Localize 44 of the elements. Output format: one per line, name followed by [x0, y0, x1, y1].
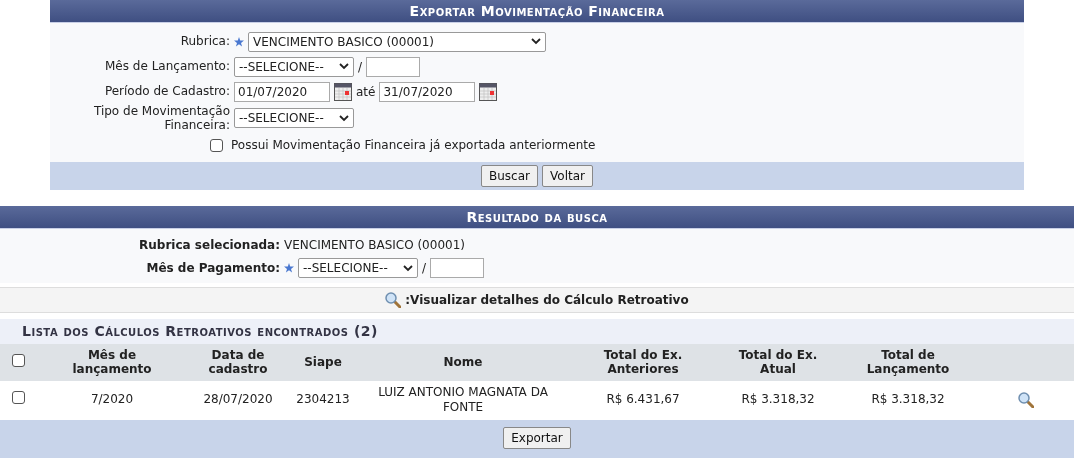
export-button[interactable]: Exportar [503, 426, 571, 449]
column-header: Siape [288, 343, 358, 381]
row-checkbox[interactable] [11, 391, 25, 405]
separator-text: / [422, 260, 427, 278]
list-title: Lista dos Cálculos Retroativos encontrados (2) [0, 318, 1074, 344]
section-title: Resultado da busca [0, 205, 1074, 229]
field-label: Mês de Pagamento: [145, 260, 280, 278]
column-header: Total de Lançamento [838, 343, 978, 381]
year-field[interactable] [430, 258, 485, 279]
form-button[interactable]: Voltar [542, 164, 593, 187]
field-label: Rubrica: [179, 34, 230, 49]
date-field[interactable]: 31/07/2020 [379, 81, 476, 102]
caret-icon [403, 264, 413, 272]
range-text: até [356, 83, 376, 101]
field-label: Rubrica selecionada: [138, 236, 280, 254]
form-button[interactable]: Buscar [481, 164, 538, 187]
section-title: Exportar Movimentação Financeira [50, 0, 1024, 23]
legend-text: :Visualizar detalhes do Cálculo Retroativo [405, 291, 689, 309]
dropdown[interactable]: --SELECIONE-- [234, 108, 354, 129]
calendar-icon[interactable] [479, 82, 498, 101]
caret-icon [339, 63, 349, 70]
magnifier-icon [385, 291, 402, 308]
select-all-checkbox[interactable] [11, 353, 25, 367]
separator-text: / [358, 58, 363, 76]
field-label: Tipo de Movimentação Financeira: [92, 104, 230, 133]
field-label: Período de Cadastro: [103, 84, 230, 99]
field-label: Mês de Lançamento: [104, 59, 230, 74]
column-header: Mês de lançamento [36, 343, 188, 381]
dropdown[interactable]: VENCIMENTO BASICO (00001) [248, 31, 546, 52]
calendar-icon[interactable] [334, 82, 352, 101]
field-value: VENCIMENTO BASICO (00001) [284, 236, 465, 254]
month-dropdown[interactable]: --SELECIONE-- [298, 258, 418, 279]
column-header: Total do Ex. Atual [718, 343, 838, 381]
year-field[interactable] [366, 56, 421, 77]
caret-icon [531, 38, 541, 45]
magnifier-icon[interactable] [1018, 392, 1034, 409]
column-header: Total do Ex. Anteriores [568, 343, 718, 381]
month-dropdown[interactable]: --SELECIONE-- [234, 56, 354, 77]
caret-icon [339, 114, 349, 122]
checkbox-label: Possui Movimentação Financeira já exportada anteriormente [231, 137, 596, 155]
column-header: Nome [358, 343, 568, 381]
checkbox[interactable] [210, 138, 223, 152]
date-field[interactable]: 01/07/2020 [234, 81, 330, 102]
column-header: Data de cadastro [188, 343, 288, 381]
